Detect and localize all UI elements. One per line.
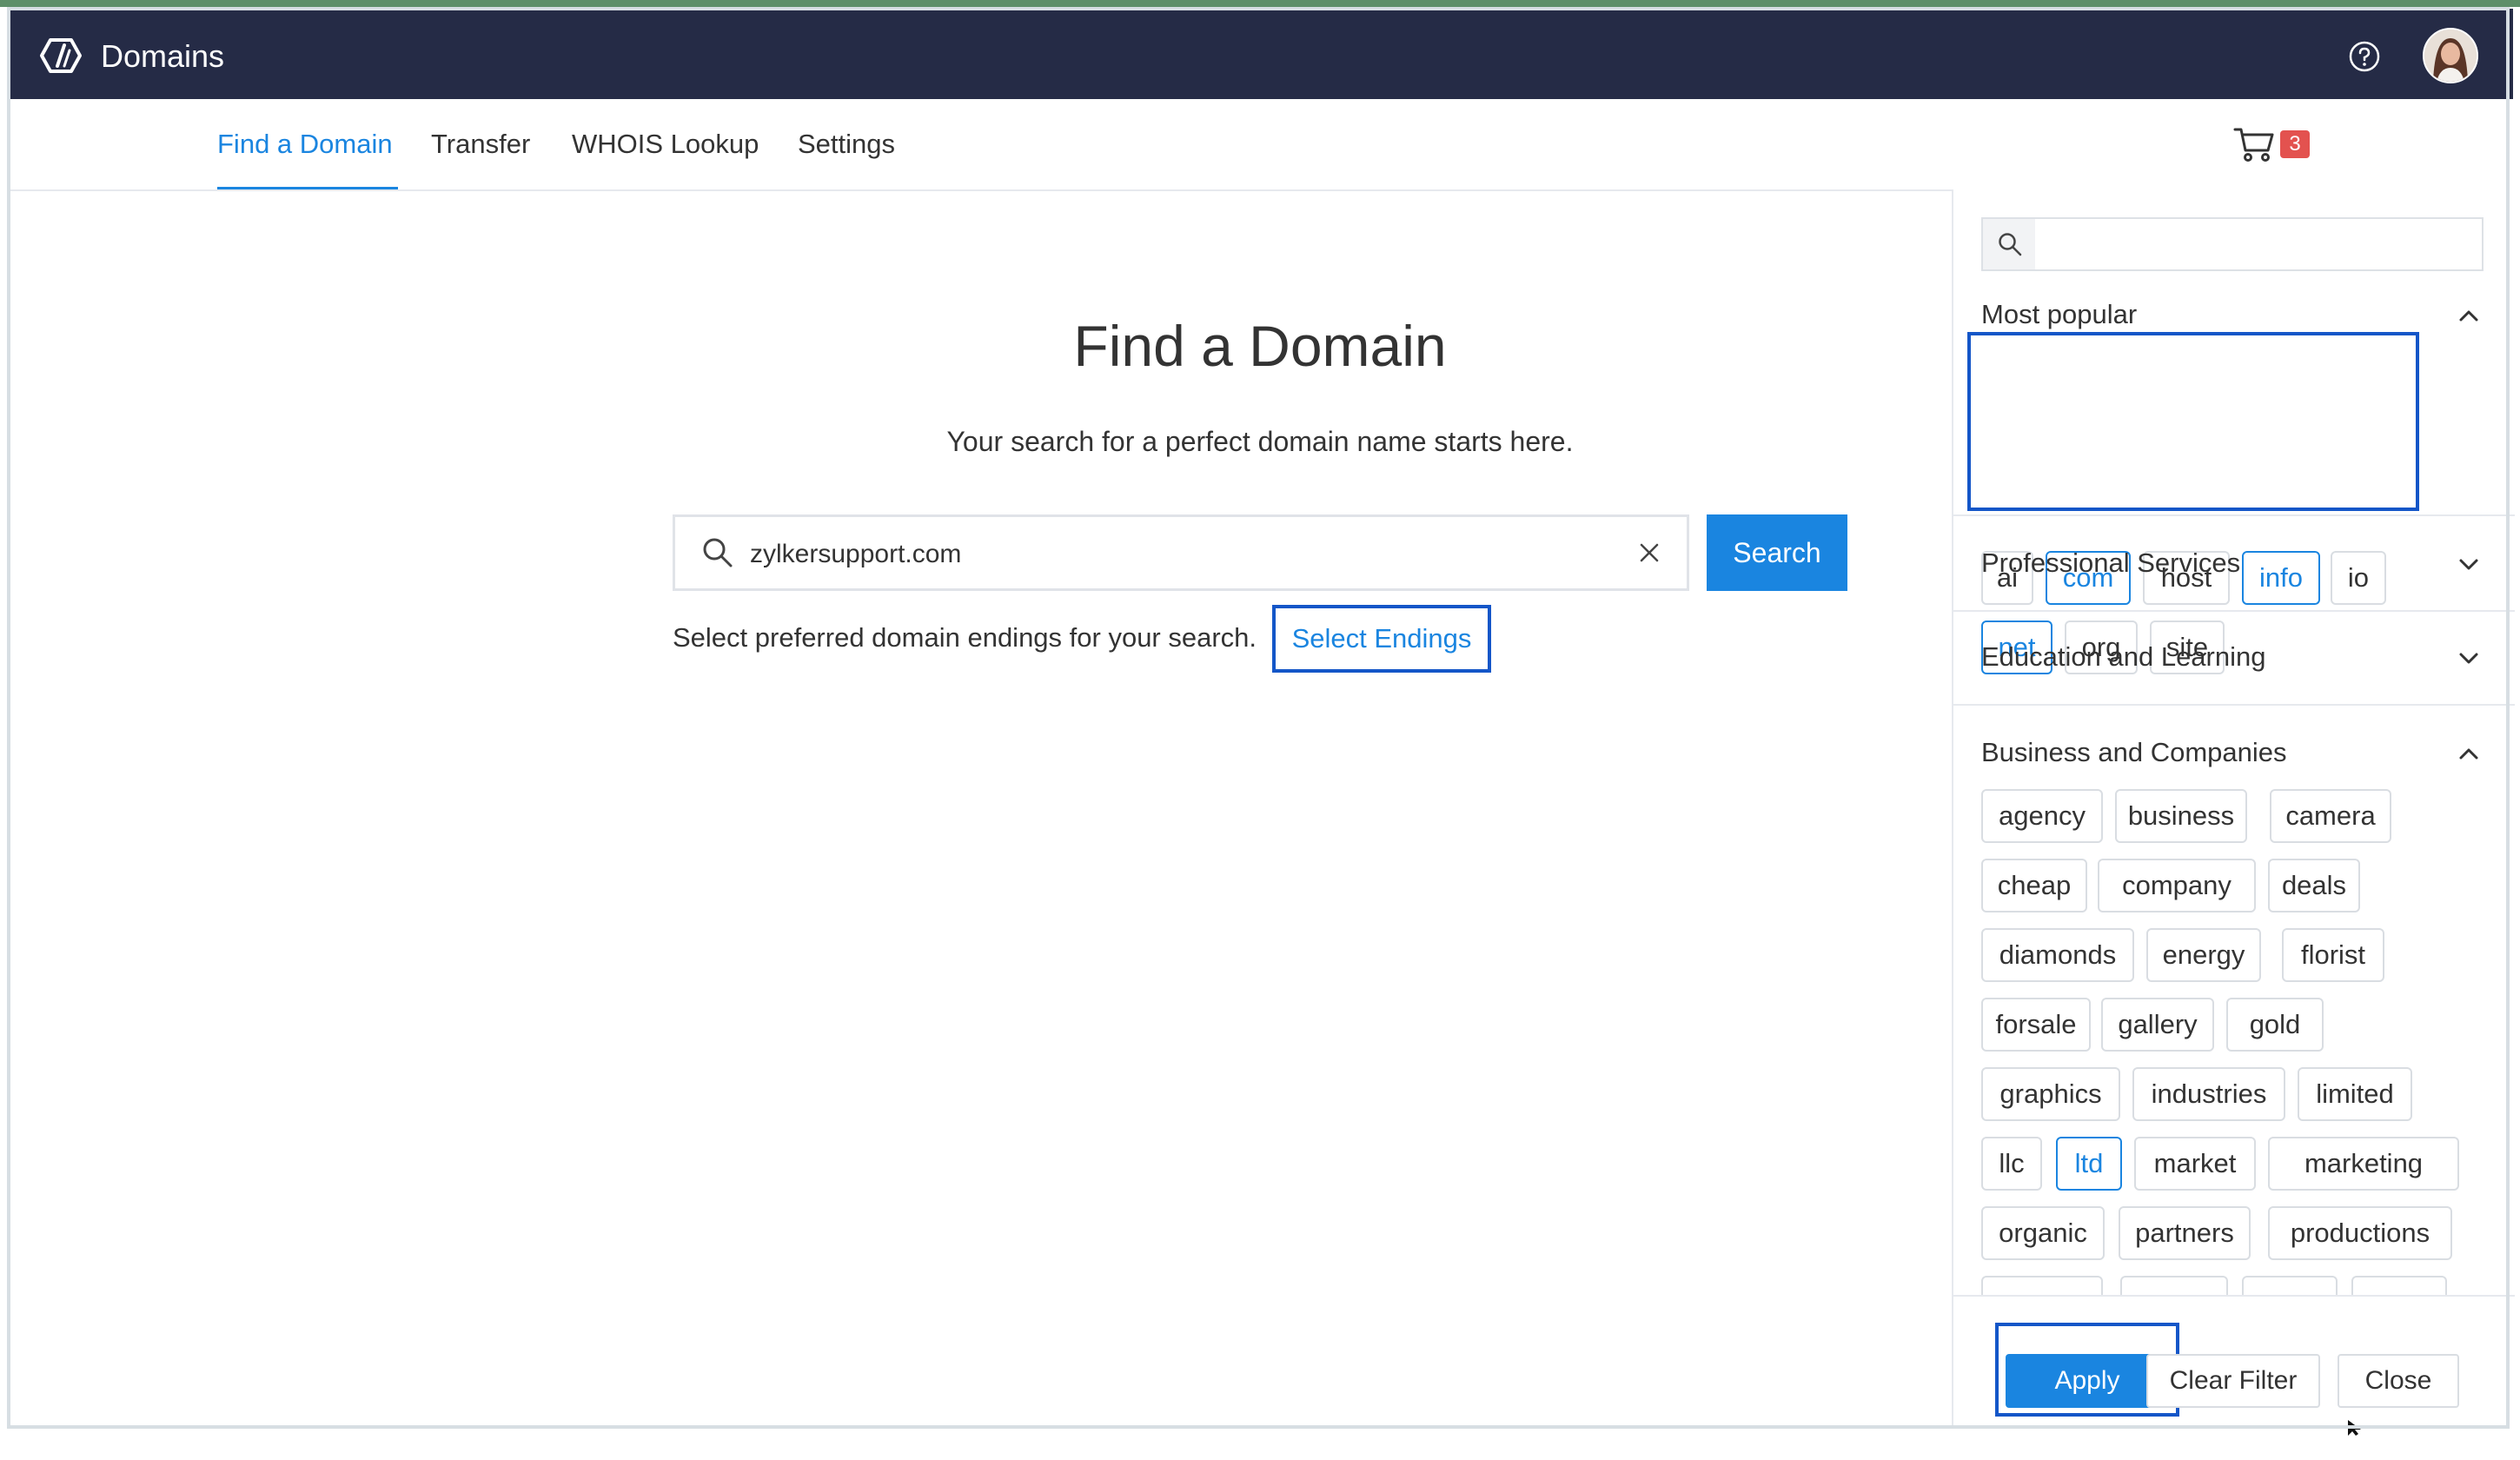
domains-logo-icon: [40, 38, 82, 73]
endings-hint-text: Select preferred domain endings for your…: [673, 622, 1257, 653]
section-title: Most popular: [1981, 299, 2138, 329]
ending-chip-deals[interactable]: deals: [2268, 859, 2360, 912]
filter-search-icon-box: [1983, 219, 2035, 269]
ending-chip-market[interactable]: market: [2134, 1137, 2256, 1191]
ending-chip-partners[interactable]: partners: [2119, 1206, 2251, 1260]
app-window: Domains Find a Domain Transfer WHOIS Loo…: [0, 0, 2520, 1436]
filter-footer: Apply Clear Filter Close: [1953, 1295, 2515, 1430]
ending-chip-industries[interactable]: industries: [2132, 1067, 2285, 1121]
chevron-down-icon: [2459, 559, 2478, 570]
section-professional-services[interactable]: Professional Services: [1981, 537, 2485, 589]
chevron-up-icon: [2459, 748, 2478, 760]
divider: [1953, 514, 2515, 516]
ending-chip-company[interactable]: company: [2098, 859, 2256, 912]
ending-chip-business[interactable]: business: [2115, 789, 2247, 843]
section-business-and-companies[interactable]: Business and Companies: [1981, 727, 2485, 779]
section-education-and-learning[interactable]: Education and Learning: [1981, 631, 2485, 683]
ending-chip-agency[interactable]: agency: [1981, 789, 2103, 843]
ending-chip-energy[interactable]: energy: [2146, 928, 2261, 982]
section-title: Business and Companies: [1981, 737, 2287, 767]
tab-transfer[interactable]: Transfer: [431, 99, 530, 189]
popular-highlight-box: [1967, 332, 2419, 511]
tab-whois-lookup[interactable]: WHOIS Lookup: [572, 99, 759, 189]
divider: [1953, 704, 2515, 706]
ending-chip-camera[interactable]: camera: [2270, 789, 2391, 843]
ending-chip-limited[interactable]: limited: [2298, 1067, 2412, 1121]
cart-icon[interactable]: [2233, 125, 2277, 163]
ending-chip-organic[interactable]: organic: [1981, 1206, 2105, 1260]
nav-tabs-bar: Find a Domain Transfer WHOIS Lookup Sett…: [9, 99, 2513, 191]
help-icon[interactable]: [2348, 40, 2381, 73]
cart-count-badge: 3: [2280, 130, 2310, 158]
endings-filter-panel: Most popular ai com host info io net org site P…: [1952, 189, 2515, 1430]
domain-search-box: [673, 514, 1689, 591]
window-top-strip: [0, 0, 2520, 7]
section-most-popular[interactable]: Most popular: [1981, 289, 2485, 341]
section-title: Professional Services: [1981, 548, 2241, 578]
page-title: Find a Domain: [1073, 314, 1447, 378]
ending-chip-gallery[interactable]: gallery: [2101, 998, 2214, 1052]
ending-chip-forsale[interactable]: forsale: [1981, 998, 2091, 1052]
divider: [1953, 610, 2515, 612]
ending-chip-productions[interactable]: productions: [2268, 1206, 2452, 1260]
close-button[interactable]: Close: [2338, 1354, 2459, 1408]
search-icon: [703, 538, 733, 567]
active-tab-underline: [217, 187, 398, 189]
tab-find-a-domain[interactable]: Find a Domain: [217, 99, 393, 189]
page-subtitle: Your search for a perfect domain name st…: [946, 426, 1574, 457]
user-avatar[interactable]: [2423, 28, 2478, 83]
domain-search-input[interactable]: [748, 528, 1603, 581]
search-icon: [1999, 233, 2022, 256]
select-endings-link[interactable]: Select Endings: [1272, 605, 1491, 673]
ending-chip-diamonds[interactable]: diamonds: [1981, 928, 2134, 982]
ending-chip-llc[interactable]: llc: [1981, 1137, 2042, 1191]
chevron-down-icon: [2459, 653, 2478, 664]
mouse-cursor-icon: [2348, 1420, 2361, 1436]
filter-search-input[interactable]: [2040, 224, 2478, 266]
section-title: Education and Learning: [1981, 641, 2266, 672]
chevron-up-icon: [2459, 310, 2478, 322]
ending-chip-gold[interactable]: gold: [2226, 998, 2324, 1052]
ending-chip-graphics[interactable]: graphics: [1981, 1067, 2120, 1121]
ending-chip-ltd[interactable]: ltd: [2056, 1137, 2122, 1191]
app-title: Domains: [101, 38, 225, 74]
search-button[interactable]: Search: [1707, 514, 1847, 591]
apply-button[interactable]: Apply: [2006, 1354, 2169, 1408]
avatar-image-icon: [2424, 30, 2477, 82]
top-header: Domains: [9, 9, 2513, 99]
ending-chip-marketing[interactable]: marketing: [2268, 1137, 2459, 1191]
clear-filter-button[interactable]: Clear Filter: [2146, 1354, 2320, 1408]
tab-settings[interactable]: Settings: [798, 99, 895, 189]
filter-search-box: [1981, 217, 2484, 271]
ending-chip-cheap[interactable]: cheap: [1981, 859, 2087, 912]
ending-chip-florist[interactable]: florist: [2282, 928, 2384, 982]
clear-search-icon[interactable]: [1636, 540, 1662, 566]
